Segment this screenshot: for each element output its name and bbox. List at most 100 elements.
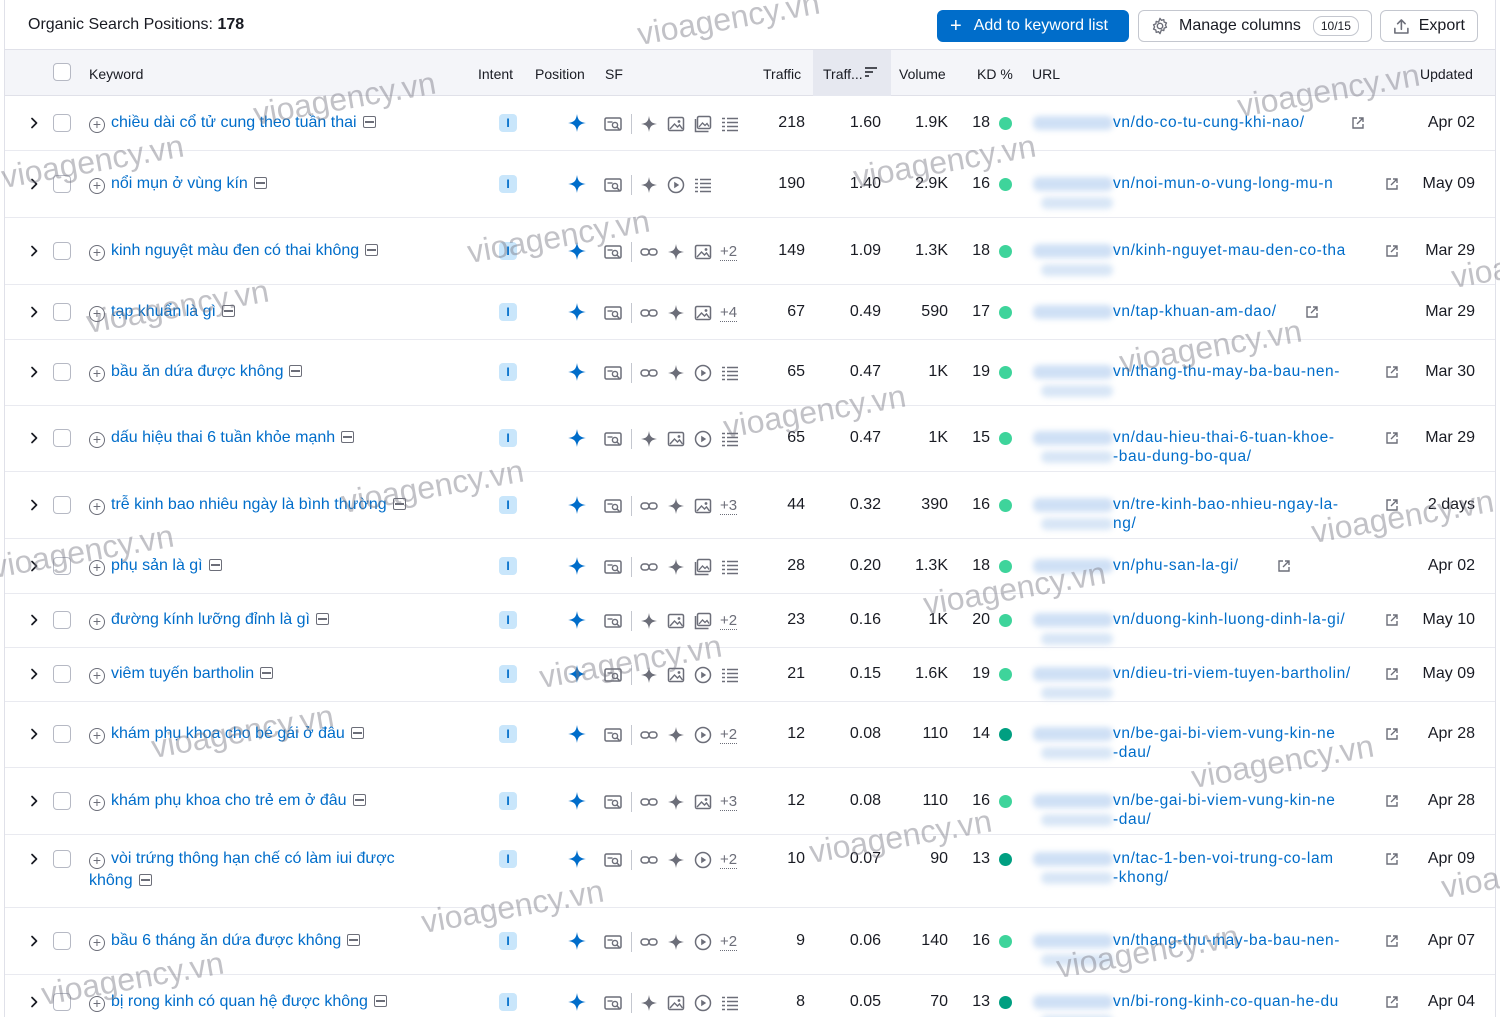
serp-snapshot-icon[interactable]	[392, 498, 406, 510]
column-updated[interactable]: Updated	[1420, 66, 1473, 82]
keyword-link[interactable]: nổi mụn ở vùng kín	[111, 175, 248, 192]
ranking-url-link[interactable]: vn/tre-kinh-bao-nhieu-ngay-la-ng/	[1113, 495, 1377, 533]
row-checkbox[interactable]	[53, 242, 71, 260]
ranking-url-link[interactable]: vn/be-gai-bi-viem-vung-kin-ne -dau/	[1113, 791, 1377, 829]
expand-row-chevron-icon[interactable]	[29, 795, 39, 807]
expand-row-chevron-icon[interactable]	[29, 560, 39, 572]
sf-more-link[interactable]: +2	[720, 612, 738, 630]
keyword-link[interactable]: khám phụ khoa cho bé gái ở đâu	[111, 725, 345, 742]
serp-preview-icon[interactable]	[603, 242, 623, 262]
serp-snapshot-icon[interactable]	[352, 794, 366, 806]
column-url[interactable]: URL	[1032, 66, 1060, 82]
expand-row-chevron-icon[interactable]	[29, 366, 39, 378]
add-keyword-plus-icon[interactable]: +	[89, 245, 105, 261]
serp-snapshot-icon[interactable]	[347, 934, 361, 946]
ranking-url-link[interactable]: vn/bi-rong-kinh-co-quan-he-du	[1113, 992, 1377, 1011]
row-checkbox[interactable]	[53, 429, 71, 447]
expand-row-chevron-icon[interactable]	[29, 178, 39, 190]
select-all-checkbox[interactable]	[53, 63, 71, 81]
serp-preview-icon[interactable]	[603, 850, 623, 870]
add-keyword-plus-icon[interactable]: +	[89, 117, 105, 133]
column-traffic[interactable]: Traffic	[763, 66, 801, 82]
row-checkbox[interactable]	[53, 792, 71, 810]
external-link-icon[interactable]	[1385, 995, 1399, 1009]
keyword-link[interactable]: bầu 6 tháng ăn dứa được không	[111, 932, 341, 949]
expand-row-chevron-icon[interactable]	[29, 996, 39, 1008]
row-checkbox[interactable]	[53, 993, 71, 1011]
serp-preview-icon[interactable]	[603, 303, 623, 323]
expand-row-chevron-icon[interactable]	[29, 668, 39, 680]
add-keyword-plus-icon[interactable]: +	[89, 432, 105, 448]
expand-row-chevron-icon[interactable]	[29, 728, 39, 740]
add-keyword-plus-icon[interactable]: +	[89, 614, 105, 630]
keyword-link[interactable]: đường kính lưỡng đỉnh là gì	[111, 611, 310, 628]
external-link-icon[interactable]	[1385, 177, 1399, 191]
external-link-icon[interactable]	[1385, 667, 1399, 681]
export-button[interactable]: Export	[1380, 10, 1478, 42]
add-keyword-plus-icon[interactable]: +	[89, 499, 105, 515]
ranking-url-link[interactable]: vn/kinh-nguyet-mau-den-co-tha	[1113, 241, 1377, 260]
keyword-link[interactable]: phụ sản là gì	[111, 557, 203, 574]
expand-row-chevron-icon[interactable]	[29, 432, 39, 444]
ranking-url-link[interactable]: vn/dau-hieu-thai-6-tuan-khoe- -bau-dung-b…	[1113, 428, 1377, 466]
ranking-url-link[interactable]: vn/thang-thu-may-ba-bau-nen-	[1113, 931, 1377, 950]
row-checkbox[interactable]	[53, 665, 71, 683]
ranking-url-link[interactable]: vn/duong-kinh-luong-dinh-la-gi/	[1113, 610, 1377, 629]
row-checkbox[interactable]	[53, 496, 71, 514]
sf-more-link[interactable]: +3	[720, 793, 738, 811]
add-keyword-plus-icon[interactable]: +	[89, 366, 105, 382]
external-link-icon[interactable]	[1385, 727, 1399, 741]
serp-snapshot-icon[interactable]	[341, 431, 355, 443]
serp-preview-icon[interactable]	[603, 429, 623, 449]
serp-preview-icon[interactable]	[603, 665, 623, 685]
ranking-url-link[interactable]: vn/do-co-tu-cung-khi-nao/	[1113, 113, 1377, 132]
add-keyword-plus-icon[interactable]: +	[89, 178, 105, 194]
column-sf[interactable]: SF	[605, 66, 623, 82]
add-keyword-plus-icon[interactable]: +	[89, 560, 105, 576]
serp-preview-icon[interactable]	[603, 993, 623, 1013]
expand-row-chevron-icon[interactable]	[29, 499, 39, 511]
serp-preview-icon[interactable]	[603, 363, 623, 383]
add-keyword-plus-icon[interactable]: +	[89, 935, 105, 951]
row-checkbox[interactable]	[53, 725, 71, 743]
ranking-url-link[interactable]: vn/dieu-tri-viem-tuyen-bartholin/	[1113, 664, 1377, 683]
keyword-link[interactable]: bầu ăn dứa được không	[111, 363, 283, 380]
row-checkbox[interactable]	[53, 175, 71, 193]
ranking-url-link[interactable]: vn/tac-1-ben-voi-trung-co-lam -khong/	[1113, 849, 1377, 887]
ranking-url-link[interactable]: vn/be-gai-bi-viem-vung-kin-ne -dau/	[1113, 724, 1377, 762]
keyword-link[interactable]: dấu hiệu thai 6 tuần khỏe mạnh	[111, 429, 335, 446]
expand-row-chevron-icon[interactable]	[29, 117, 39, 129]
keyword-link[interactable]: chiều dài cổ tử cung theo tuần thai	[111, 114, 357, 131]
keyword-link[interactable]: tạp khuẩn là gì	[111, 303, 216, 320]
serp-snapshot-icon[interactable]	[350, 727, 364, 739]
row-checkbox[interactable]	[53, 557, 71, 575]
serp-snapshot-icon[interactable]	[373, 995, 387, 1007]
external-link-icon[interactable]	[1385, 613, 1399, 627]
keyword-link[interactable]: khám phụ khoa cho trẻ em ở đâu	[111, 792, 347, 809]
sf-more-link[interactable]: +3	[720, 497, 738, 515]
row-checkbox[interactable]	[53, 850, 71, 868]
external-link-icon[interactable]	[1385, 498, 1399, 512]
ranking-url-link[interactable]: vn/phu-san-la-gi/	[1113, 556, 1377, 575]
serp-preview-icon[interactable]	[603, 725, 623, 745]
row-checkbox[interactable]	[53, 303, 71, 321]
external-link-icon[interactable]	[1385, 244, 1399, 258]
column-keyword[interactable]: Keyword	[89, 66, 143, 82]
row-checkbox[interactable]	[53, 363, 71, 381]
column-volume[interactable]: Volume	[899, 66, 946, 82]
row-checkbox[interactable]	[53, 611, 71, 629]
sf-more-link[interactable]: +4	[720, 304, 738, 322]
keyword-link[interactable]: kinh nguyệt màu đen có thai không	[111, 242, 359, 259]
external-link-icon[interactable]	[1385, 365, 1399, 379]
serp-preview-icon[interactable]	[603, 114, 623, 134]
serp-snapshot-icon[interactable]	[138, 874, 152, 886]
external-link-icon[interactable]	[1277, 559, 1291, 573]
row-checkbox[interactable]	[53, 932, 71, 950]
serp-preview-icon[interactable]	[603, 557, 623, 577]
column-kd[interactable]: KD %	[977, 66, 1013, 82]
add-keyword-plus-icon[interactable]: +	[89, 668, 105, 684]
serp-preview-icon[interactable]	[603, 792, 623, 812]
external-link-icon[interactable]	[1351, 116, 1365, 130]
add-keyword-plus-icon[interactable]: +	[89, 728, 105, 744]
serp-preview-icon[interactable]	[603, 496, 623, 516]
